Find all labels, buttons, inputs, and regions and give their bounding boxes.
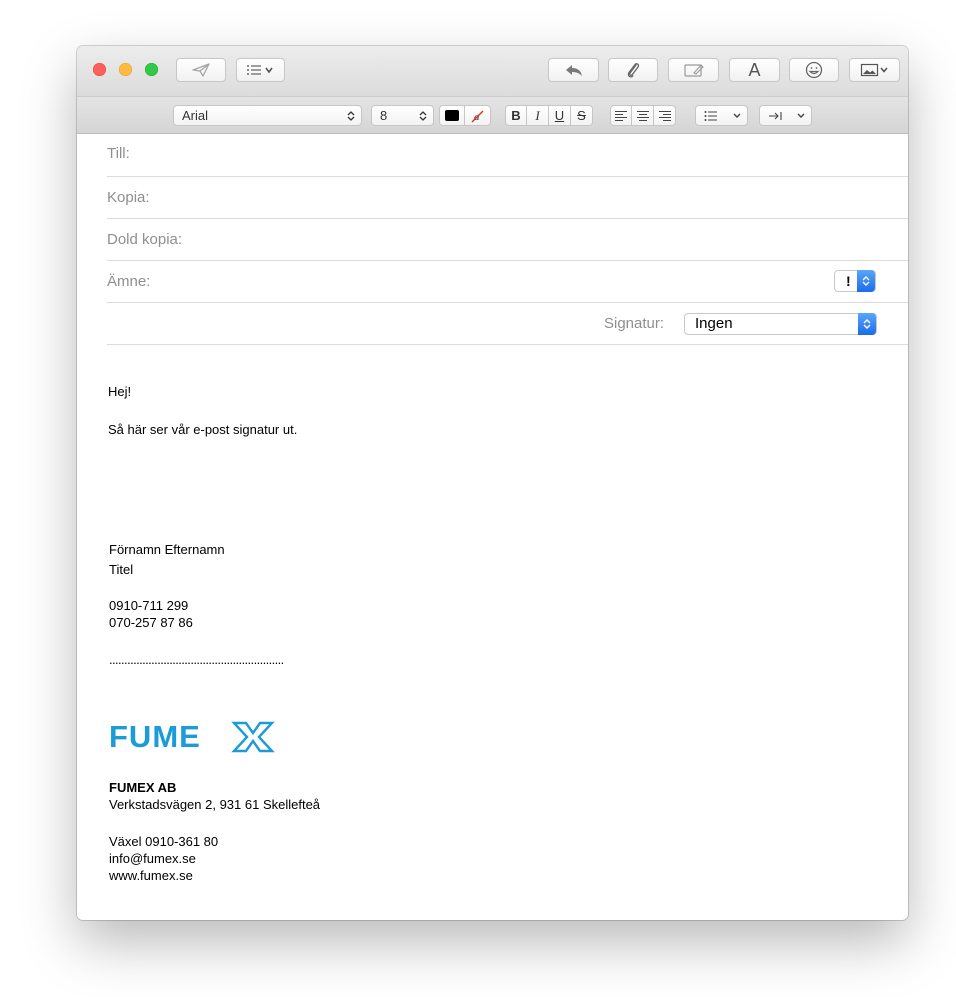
align-left-icon — [615, 110, 627, 121]
updown-arrow-icon — [862, 276, 870, 286]
bold-button[interactable]: B — [505, 105, 527, 126]
strikethrough-button[interactable]: S — [571, 105, 593, 126]
company-website: www.fumex.se — [109, 868, 193, 883]
signature-name: Förnamn Efternamn — [109, 542, 225, 557]
company-name: FUMEX AB — [109, 780, 177, 795]
company-switchboard: Växel 0910-361 80 — [109, 834, 219, 849]
priority-stepper — [857, 270, 875, 292]
intro-text: Så här ser vår e-post signatur ut. — [108, 422, 298, 437]
align-right-icon — [658, 110, 671, 121]
updown-arrow-icon — [347, 110, 355, 121]
to-label: Till: — [107, 145, 130, 162]
fonts-button[interactable]: A — [729, 58, 780, 82]
indent-select[interactable] — [759, 105, 812, 126]
markup-button[interactable] — [668, 58, 719, 82]
bcc-field[interactable]: Dold kopia: — [107, 219, 908, 261]
signature-phone-1: 0910-711 299 — [109, 598, 189, 613]
header-fields-button[interactable] — [236, 58, 285, 82]
align-left-button[interactable] — [610, 105, 632, 126]
emoji-button[interactable] — [789, 58, 839, 82]
italic-button[interactable]: I — [527, 105, 549, 126]
updown-arrow-icon — [419, 110, 427, 121]
font-letter-icon: A — [748, 59, 761, 80]
signature-select[interactable]: Ingen — [684, 313, 877, 335]
text-color-button[interactable] — [439, 105, 465, 126]
priority-popup[interactable]: ! — [834, 270, 876, 292]
bullet-list-icon — [704, 110, 717, 121]
no-background-icon: a — [471, 110, 483, 123]
align-right-button[interactable] — [654, 105, 676, 126]
company-email: info@fumex.se — [109, 851, 196, 866]
style-group: B I U S — [505, 105, 593, 126]
underline-button[interactable]: U — [549, 105, 571, 126]
subject-label: Ämne: — [107, 273, 151, 290]
align-center-icon — [636, 110, 649, 121]
signature-phone-2: 070-257 87 86 — [109, 615, 193, 630]
indent-icon — [769, 111, 782, 120]
alignment-group — [610, 105, 676, 126]
smiley-icon — [805, 61, 823, 79]
cc-field[interactable]: Kopia: — [107, 177, 908, 219]
zoom-button[interactable] — [145, 63, 158, 76]
compose-window: A Arial 8 B I U S Till: Kopia: Dold kopi… — [77, 46, 908, 920]
signature-separator: ........................................… — [109, 652, 284, 667]
reply-icon — [565, 65, 582, 76]
chevron-down-icon — [797, 113, 805, 118]
photo-browser-button[interactable] — [849, 58, 900, 82]
font-family-value: Arial — [182, 108, 209, 123]
subject-field[interactable]: Ämne: ! — [107, 261, 908, 303]
cc-label: Kopia: — [107, 189, 150, 206]
paperclip-icon — [627, 63, 640, 78]
signature-label: Signatur: — [604, 315, 665, 332]
font-size-value: 8 — [380, 108, 388, 123]
priority-value: ! — [846, 273, 851, 289]
close-button[interactable] — [93, 63, 106, 76]
send-icon — [192, 63, 210, 77]
markup-icon — [683, 64, 704, 77]
font-family-select[interactable]: Arial — [173, 105, 362, 126]
fumex-logo: FUME — [109, 719, 289, 754]
chevron-down-icon — [733, 113, 741, 118]
greeting-text: Hej! — [108, 384, 132, 399]
svg-text:FUME: FUME — [109, 720, 201, 754]
bcc-label: Dold kopia: — [107, 231, 183, 248]
signature-value: Ingen — [695, 315, 733, 332]
color-group: a — [439, 105, 491, 126]
send-button[interactable] — [176, 58, 226, 82]
company-address: Verkstadsvägen 2, 931 61 Skellefteå — [109, 797, 321, 812]
text-color-swatch — [445, 110, 459, 121]
photo-icon — [860, 63, 888, 77]
list-style-select[interactable] — [695, 105, 748, 126]
title-bar: A — [77, 46, 908, 96]
list-icon — [246, 65, 273, 75]
background-color-button[interactable]: a — [465, 105, 491, 126]
signature-title: Titel — [109, 562, 134, 577]
signature-stepper — [858, 313, 876, 335]
updown-arrow-icon — [863, 319, 871, 329]
align-center-button[interactable] — [632, 105, 654, 126]
reply-button[interactable] — [548, 58, 599, 82]
signature-row: Signatur: Ingen — [107, 303, 908, 345]
attach-button[interactable] — [608, 58, 658, 82]
font-size-select[interactable]: 8 — [371, 105, 434, 126]
to-field[interactable]: Till: — [107, 135, 908, 177]
minimize-button[interactable] — [119, 63, 132, 76]
format-bar: Arial 8 a B I U — [77, 96, 908, 134]
